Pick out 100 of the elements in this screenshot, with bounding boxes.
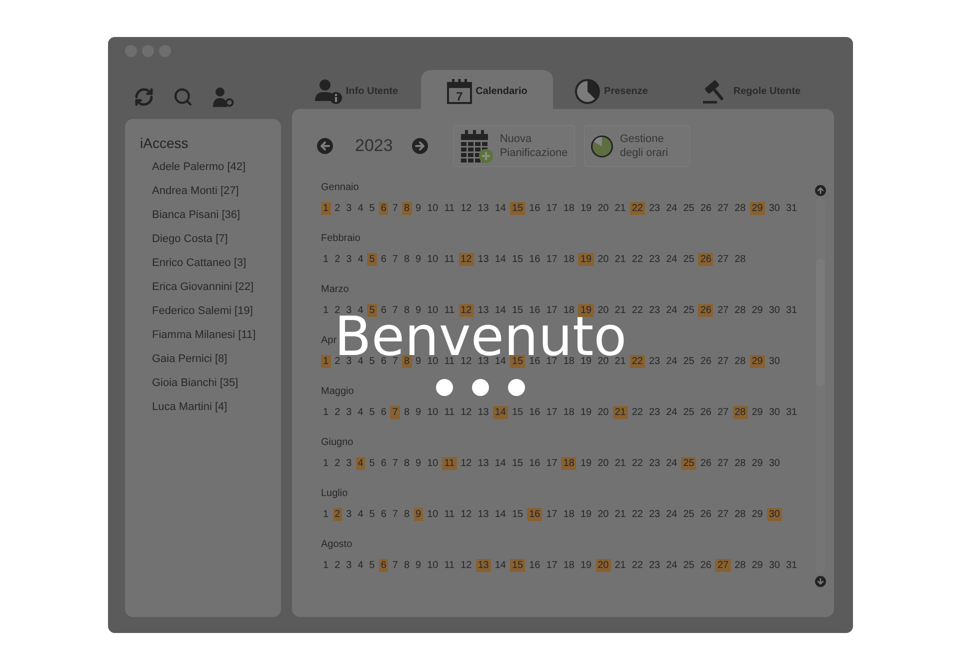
month-label: Marzo	[321, 284, 349, 296]
day-number: 14	[494, 356, 507, 368]
day-number: 15	[512, 304, 524, 316]
hours-button[interactable]: Gestione degli orari	[584, 125, 690, 167]
user-ring-icon[interactable]	[212, 87, 234, 107]
user-list-item[interactable]: Diego Costa [7]	[152, 227, 228, 251]
user-list-item[interactable]: Gaia Pernici [8]	[152, 347, 228, 371]
day-number: 23	[648, 304, 662, 317]
day-number: 10	[426, 559, 440, 572]
day-number: 1	[322, 406, 330, 419]
day-number: 7	[391, 559, 399, 572]
day-number: 2	[334, 457, 342, 470]
day-number: 1	[321, 355, 331, 368]
day-number: 16	[528, 253, 542, 266]
day-number: 29	[750, 457, 764, 470]
day-number: 26	[699, 406, 712, 419]
refresh-icon[interactable]	[134, 87, 154, 107]
day-number: 13	[476, 406, 490, 419]
calendar-icon: 7	[446, 79, 472, 104]
user-list-item[interactable]: Andrea Monti [27]	[152, 179, 239, 203]
day-number: 2	[332, 508, 342, 521]
user-list-item[interactable]: Enrico Cattaneo [3]	[152, 251, 246, 275]
day-number: 1	[322, 508, 330, 521]
day-number: 21	[614, 457, 627, 470]
day-number: 17	[545, 253, 558, 266]
day-number: 11	[443, 356, 456, 368]
day-number: 6	[380, 406, 388, 419]
day-number: 12	[458, 304, 474, 317]
day-number: 26	[699, 355, 712, 368]
day-number: 6	[380, 253, 388, 266]
user-list-item[interactable]: Federico Salemi [19]	[152, 299, 253, 323]
day-number: 17	[545, 559, 558, 572]
day-number: 5	[368, 559, 376, 572]
day-number: 6	[380, 356, 388, 368]
day-number: 14	[494, 559, 507, 572]
day-number: 30	[766, 508, 782, 521]
day-number: 7	[391, 253, 399, 266]
day-number: 5	[368, 457, 376, 470]
user-list-item[interactable]: Erica Giovannini [22]	[152, 275, 254, 299]
day-number: 7	[391, 202, 399, 215]
scroll-down-icon[interactable]	[815, 576, 826, 587]
day-number: 10	[426, 253, 440, 266]
day-number: 4	[358, 304, 364, 316]
day-number: 30	[768, 304, 781, 317]
search-icon[interactable]	[173, 87, 193, 107]
day-number: 18	[561, 457, 576, 470]
day-number: 26	[699, 457, 712, 470]
day-number: 4	[356, 253, 364, 266]
day-number: 2	[334, 356, 342, 368]
day-number: 22	[630, 304, 644, 317]
day-number: 3	[345, 202, 353, 215]
day-number: 8	[402, 559, 410, 572]
day-number: 9	[414, 508, 424, 521]
day-number: 16	[528, 457, 542, 470]
day-number: 27	[716, 202, 730, 215]
day-number: 13	[476, 559, 491, 572]
day-number: 18	[562, 202, 576, 215]
day-number: 13	[476, 253, 490, 266]
user-list-item[interactable]: Gioia Bianchi [35]	[152, 371, 238, 395]
day-number: 12	[460, 457, 473, 470]
new-schedule-button[interactable]: Nuova Pianificazione	[452, 125, 575, 167]
day-number: 29	[750, 406, 764, 419]
day-number: 4	[356, 406, 364, 419]
next-year-icon[interactable]	[412, 138, 428, 154]
day-number: 22	[630, 508, 644, 521]
month-label: Febbraio	[321, 233, 360, 245]
day-number: 17	[545, 457, 558, 470]
day-number: 24	[665, 304, 678, 317]
day-number: 16	[527, 508, 542, 521]
day-number: 12	[460, 356, 473, 368]
day-number: 25	[682, 406, 696, 419]
user-list-item[interactable]: Luca Martini [4]	[152, 395, 228, 419]
day-number: 8	[402, 253, 410, 266]
day-number: 28	[734, 355, 747, 368]
day-number: 11	[443, 559, 456, 572]
day-number: 19	[579, 406, 593, 419]
user-list-item[interactable]: Adele Palermo [42]	[152, 155, 246, 179]
day-number: 28	[734, 457, 747, 470]
day-number: 13	[478, 304, 489, 316]
day-number: 15	[510, 457, 524, 470]
day-number: 22	[630, 457, 644, 470]
day-number: 27	[716, 355, 730, 368]
previous-year-icon[interactable]	[317, 138, 333, 154]
day-number: 24	[665, 253, 678, 266]
day-number: 3	[345, 253, 353, 266]
tab[interactable]: 7 Calendario	[421, 70, 553, 109]
day-number: 5	[368, 406, 376, 419]
day-number: 20	[596, 508, 610, 521]
day-number: 2	[334, 304, 340, 316]
day-number: 31	[784, 304, 798, 317]
user-list-item[interactable]: Bianca Pisani [36]	[152, 203, 240, 227]
day-number: 16	[529, 304, 540, 316]
user-list-item[interactable]: Fiamma Milanesi [11]	[152, 323, 256, 347]
day-number: 10	[426, 508, 440, 521]
day-number: 20	[596, 253, 610, 266]
day-number: 6	[380, 508, 388, 521]
scroll-up-icon[interactable]	[815, 185, 826, 196]
day-number: 10	[427, 304, 438, 316]
day-number: 29	[750, 304, 764, 317]
day-number: 27	[716, 457, 730, 470]
